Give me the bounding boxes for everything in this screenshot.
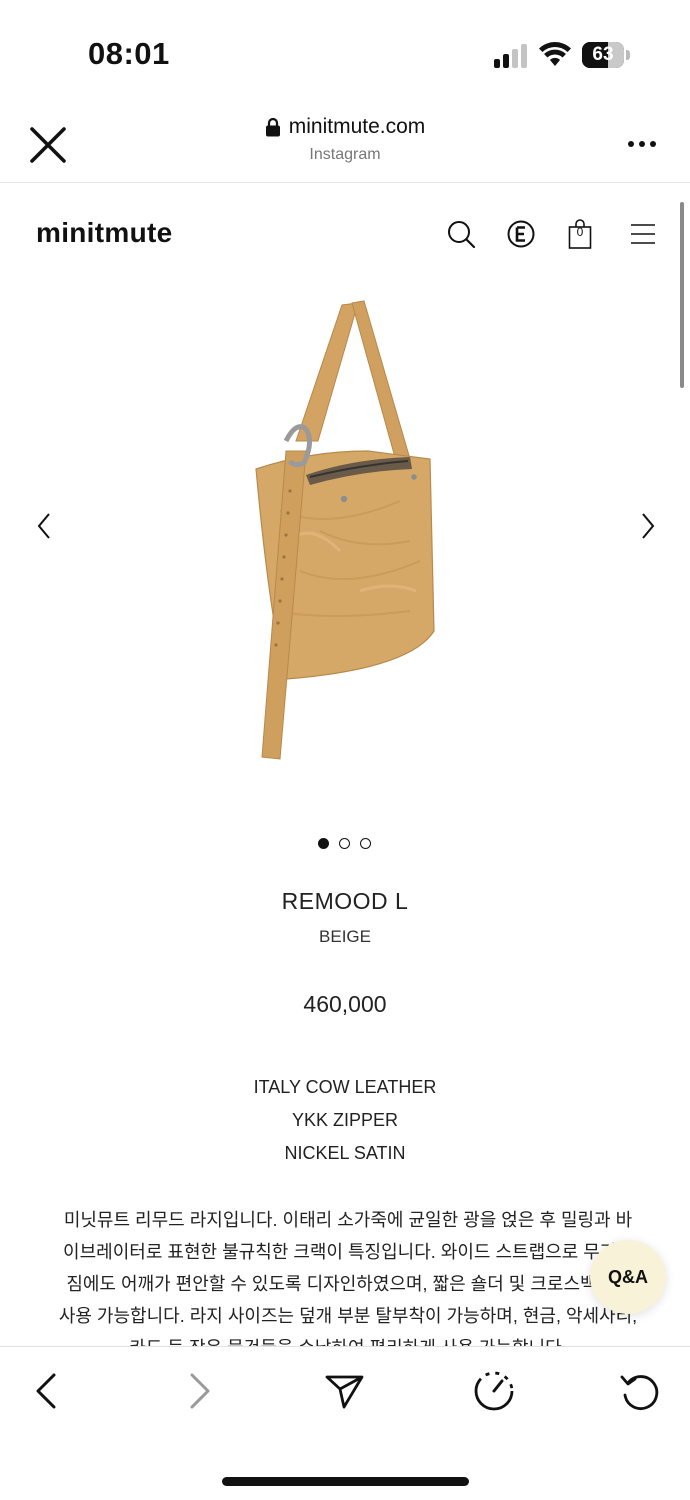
gallery-pagination <box>318 838 378 850</box>
wifi-icon <box>539 42 571 66</box>
product-image-bag <box>255 300 435 760</box>
product-price: 460,000 <box>303 991 387 1017</box>
search-icon[interactable] <box>446 219 476 249</box>
more-options-icon[interactable] <box>626 133 658 153</box>
close-icon[interactable] <box>28 125 68 165</box>
in-app-browser-header: minitmute.com Instagram <box>0 105 690 183</box>
gallery-dot[interactable] <box>339 838 350 849</box>
back-arrow-icon[interactable] <box>26 1369 70 1413</box>
status-bar: 08:01 63 <box>0 0 690 105</box>
battery-icon: 63 <box>582 42 630 68</box>
cart-button[interactable]: 0 <box>568 219 598 249</box>
product-color: BEIGE <box>319 927 371 946</box>
status-time: 08:01 <box>88 36 170 71</box>
url-domain: minitmute.com <box>288 115 426 138</box>
speed-gauge-icon[interactable] <box>472 1369 516 1413</box>
product-gallery[interactable] <box>0 283 690 803</box>
product-spec-leather: ITALY COW LEATHER <box>253 1077 437 1097</box>
product-description: 미닛뮤트 리무드 라지입니다. 이태리 소가죽에 균일한 광을 얹은 후 밀링과… <box>58 1210 638 1346</box>
gallery-dot[interactable] <box>318 838 329 849</box>
product-spec-hardware: NICKEL SATIN <box>284 1143 406 1163</box>
gallery-dot[interactable] <box>360 838 371 849</box>
menu-icon[interactable] <box>628 219 658 249</box>
qa-button[interactable]: Q&A <box>590 1240 666 1314</box>
cart-count: 0 <box>576 225 584 239</box>
cellular-signal-icon <box>494 44 530 68</box>
lock-icon <box>265 117 280 137</box>
share-send-icon[interactable] <box>322 1369 366 1413</box>
product-name: REMOOD L <box>281 888 409 914</box>
product-spec-zipper: YKK ZIPPER <box>291 1110 399 1130</box>
previous-image-arrow-icon[interactable] <box>34 511 54 541</box>
battery-level: 63 <box>592 44 614 65</box>
url-source: Instagram <box>309 146 381 163</box>
reload-icon[interactable] <box>618 1369 662 1413</box>
forward-arrow-icon[interactable] <box>176 1369 220 1413</box>
address-bar[interactable]: minitmute.com Instagram <box>170 115 520 164</box>
site-logo[interactable]: minitmute <box>36 217 172 249</box>
site-header: minitmute 0 <box>0 183 690 283</box>
home-indicator[interactable] <box>222 1477 469 1486</box>
e-currency-icon[interactable] <box>506 219 536 249</box>
next-image-arrow-icon[interactable] <box>638 511 658 541</box>
